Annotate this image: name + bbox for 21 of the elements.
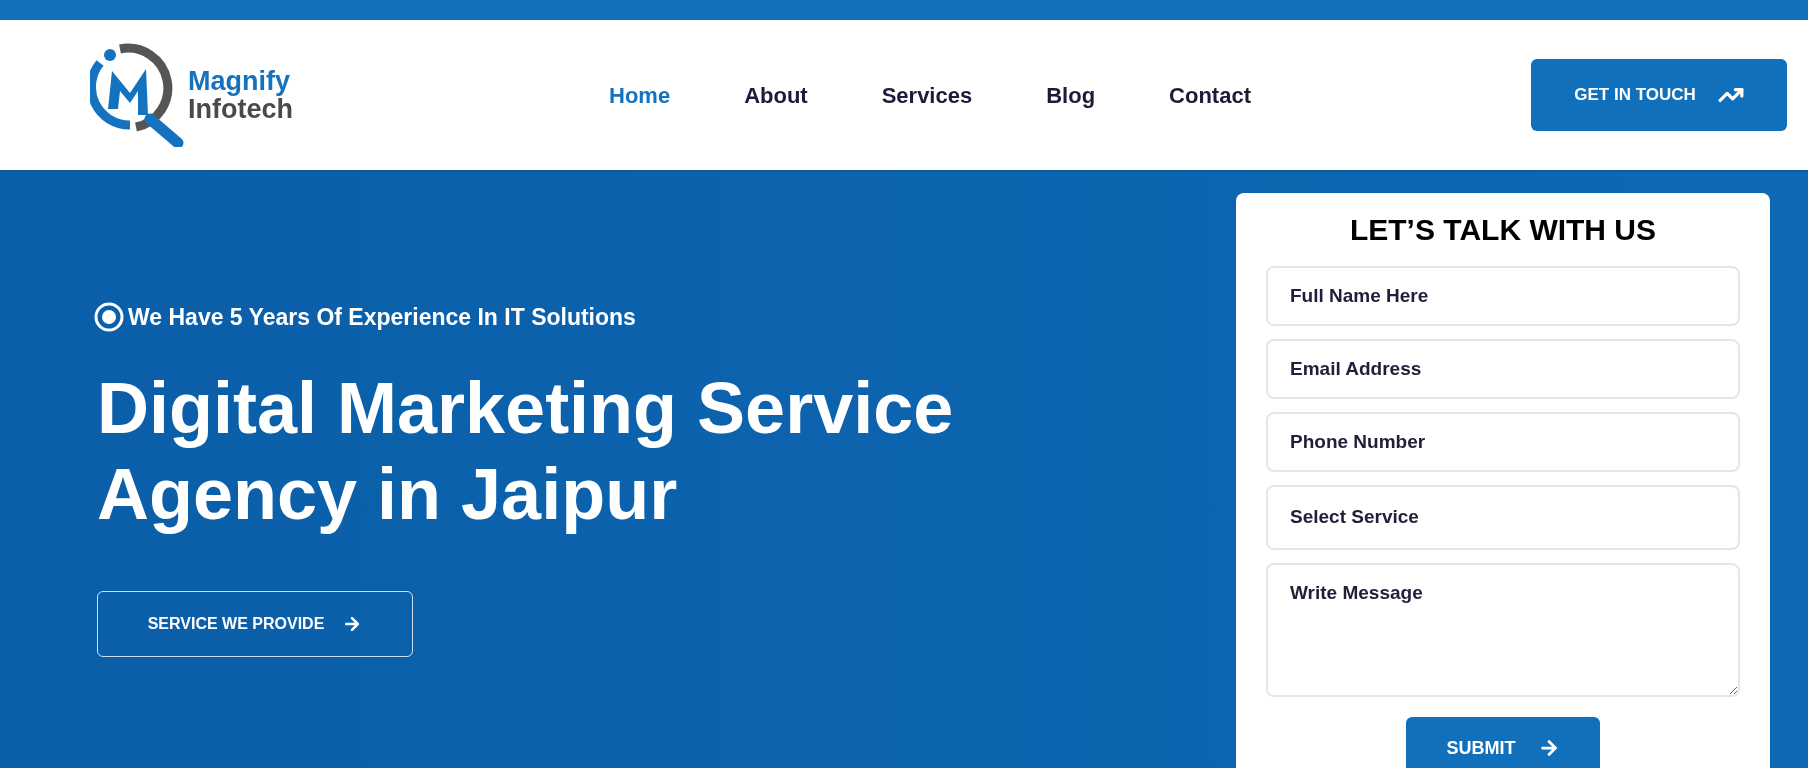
input-field[interactable]: Phone Number xyxy=(1266,412,1740,472)
magnifier-logo-icon xyxy=(90,43,186,147)
hero-heading: Agency in Jaipur xyxy=(97,452,679,536)
experience-badge-text: We Have 5 Years Of Experience In IT Solutions xyxy=(128,303,636,332)
input-field[interactable]: Full Name Here xyxy=(1266,266,1740,326)
nav-link[interactable]: Services xyxy=(881,78,973,112)
select-field[interactable]: Select Service xyxy=(1266,485,1740,550)
nav-link[interactable]: Contact xyxy=(1169,78,1251,112)
input-field[interactable]: Email Address xyxy=(1266,339,1740,399)
form-title: LET’S TALK WITH US xyxy=(1349,212,1657,248)
radio-icon xyxy=(93,301,125,334)
nav-link[interactable]: Blog xyxy=(1046,78,1096,112)
services-button[interactable]: SERVICE WE PROVIDE xyxy=(97,590,413,657)
submit-button[interactable]: SUBMIT xyxy=(1406,717,1600,768)
nav-link[interactable]: Home xyxy=(609,78,671,112)
logo-text: Infotech xyxy=(188,95,293,123)
nav-link[interactable]: About xyxy=(744,78,808,112)
message-field[interactable]: Write Message xyxy=(1266,563,1740,697)
logo-text: Magnify xyxy=(188,67,291,95)
get-in-touch-button[interactable]: GET IN TOUCH xyxy=(1531,59,1787,131)
hero-heading: Digital Marketing Service xyxy=(97,366,955,450)
